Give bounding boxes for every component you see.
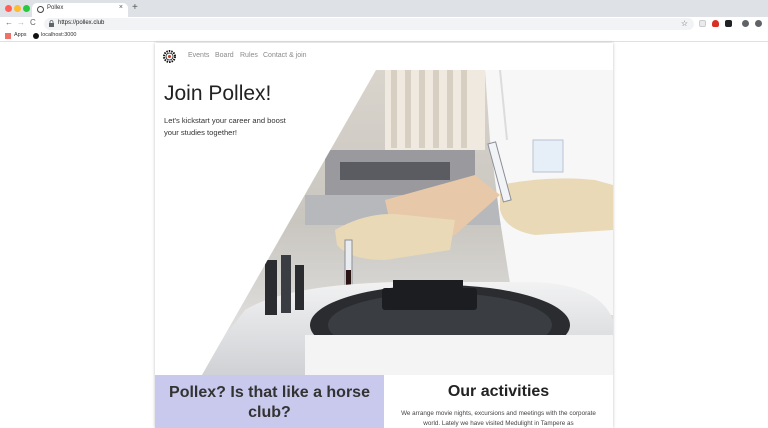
hero-title: Join Pollex!	[164, 82, 272, 105]
lock-icon	[49, 20, 54, 27]
reload-button[interactable]: C	[30, 18, 36, 27]
browser-tabstrip: Pollex × +	[0, 0, 768, 17]
back-button[interactable]: ←	[5, 18, 13, 27]
hero-section: Join Pollex! Let's kickstart your career…	[155, 70, 613, 375]
bookmark-star-icon[interactable]: ☆	[681, 19, 688, 28]
nav-events[interactable]: Events	[188, 52, 209, 59]
nav-rules[interactable]: Rules	[240, 52, 258, 59]
browser-tab[interactable]: Pollex ×	[32, 3, 128, 17]
activities-heading: Our activities	[447, 383, 550, 400]
hero-subtitle: Let's kickstart your career and boost yo…	[164, 116, 286, 137]
browser-toolbar: ← → C https://pollex.club ☆	[0, 17, 768, 31]
bookmark-apps[interactable]: Apps	[14, 32, 27, 38]
apps-grid-icon[interactable]	[5, 33, 11, 39]
extensions-menu-icon[interactable]	[755, 20, 762, 27]
pollex-logo-icon[interactable]	[162, 49, 177, 64]
address-bar[interactable]: https://pollex.club ☆	[44, 18, 694, 30]
tab-close-icon[interactable]: ×	[119, 4, 123, 11]
bookmark-localhost[interactable]: localhost:3000	[41, 32, 76, 38]
horse-club-heading: Pollex? Is that like a horse club?	[169, 384, 370, 421]
tab-title: Pollex	[47, 5, 64, 11]
activities-text: We arrange movie nights, excursions and …	[401, 410, 596, 427]
close-window-button[interactable]	[5, 5, 12, 12]
horse-club-section: Pollex? Is that like a horse club?	[155, 375, 384, 428]
forward-button[interactable]: →	[17, 18, 25, 27]
profile-avatar-icon[interactable]	[742, 20, 749, 27]
url-text: https://pollex.club	[58, 20, 105, 26]
localhost-favicon-icon	[33, 33, 39, 39]
activities-section: Our activities We arrange movie nights, …	[384, 375, 613, 428]
extension-icon[interactable]	[699, 20, 706, 27]
maximize-window-button[interactable]	[23, 5, 30, 12]
shield-extension-icon[interactable]	[712, 20, 719, 27]
new-tab-button[interactable]: +	[132, 2, 138, 13]
bookmarks-bar: Apps localhost:3000	[0, 31, 768, 42]
website-page: Events Board Rules Contact & join Join P…	[155, 43, 613, 428]
minimize-window-button[interactable]	[14, 5, 21, 12]
nav-contact-join[interactable]: Contact & join	[263, 52, 307, 59]
extension-badge-icon[interactable]	[725, 20, 732, 27]
site-navbar: Events Board Rules Contact & join	[155, 43, 613, 70]
nav-board[interactable]: Board	[215, 52, 234, 59]
favicon-icon	[37, 6, 44, 13]
